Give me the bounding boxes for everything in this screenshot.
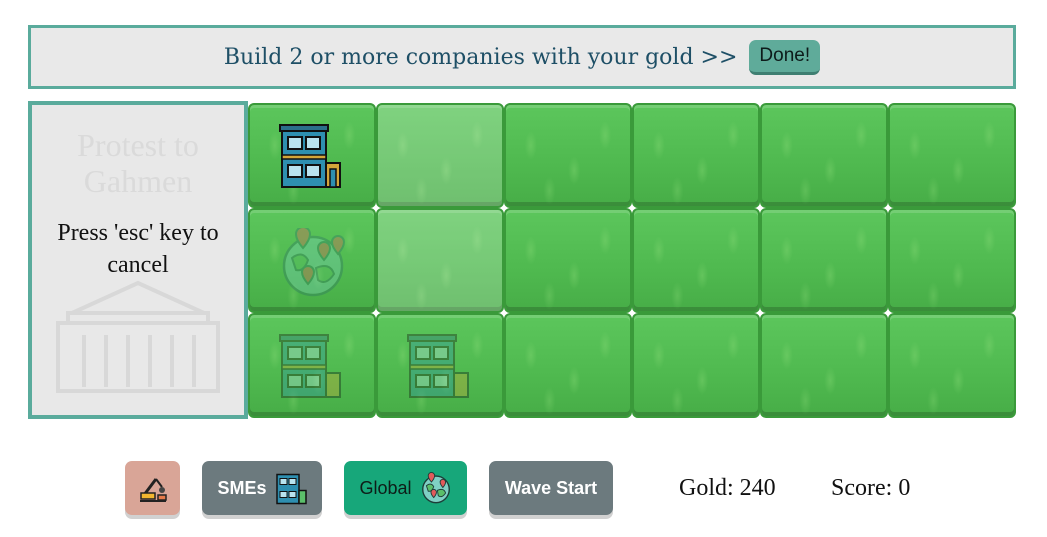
grid-tile[interactable] [632,103,760,208]
grid-tile[interactable] [376,208,504,313]
side-panel: Protest to Gahmen Press 'esc' key to can… [28,101,248,419]
government-building-icon [56,280,220,393]
grid-tile[interactable] [248,313,376,418]
grid-tile[interactable] [888,208,1016,313]
globe-icon [421,472,450,504]
cancel-hint: Press 'esc' key to cancel [57,220,219,278]
ghost-card-title: Protest to Gahmen [77,127,199,199]
grid-tile[interactable] [888,103,1016,208]
globe-icon [282,228,346,297]
office-building-icon [275,473,307,505]
done-button[interactable]: Done! [749,39,821,75]
grid-tile[interactable] [376,103,504,208]
grid-tile[interactable] [632,208,760,313]
bottom-toolbar: SMEs Global Wave Start Gold: 240 Score: … [0,461,1047,519]
banner-message: Build 2 or more companies with your gold… [223,44,738,70]
grid-tile[interactable] [504,103,632,208]
office-building-icon [407,334,469,398]
instruction-banner: Build 2 or more companies with your gold… [28,25,1016,89]
smes-button[interactable]: SMEs [202,461,322,515]
grid-tile[interactable] [888,313,1016,418]
wave-start-button[interactable]: Wave Start [489,461,613,515]
grid-tile[interactable] [632,313,760,418]
smes-label: SMEs [217,477,267,498]
office-building-icon [279,334,341,398]
grid-tile[interactable] [760,103,888,208]
grid-tile[interactable] [760,313,888,418]
score-counter: Score: 0 [831,475,911,501]
grid-tile[interactable] [248,103,376,208]
grid-tile[interactable] [760,208,888,313]
global-label: Global [359,477,412,498]
gold-counter: Gold: 240 [679,475,776,501]
global-button[interactable]: Global [344,461,467,515]
demolish-button[interactable] [125,461,180,515]
grid-tile[interactable] [248,208,376,313]
crane-demolish-icon [139,478,167,502]
build-grid [248,103,1016,418]
grid-tile[interactable] [376,313,504,418]
office-building-icon [279,124,341,188]
grid-tile[interactable] [504,208,632,313]
grid-tile[interactable] [504,313,632,418]
